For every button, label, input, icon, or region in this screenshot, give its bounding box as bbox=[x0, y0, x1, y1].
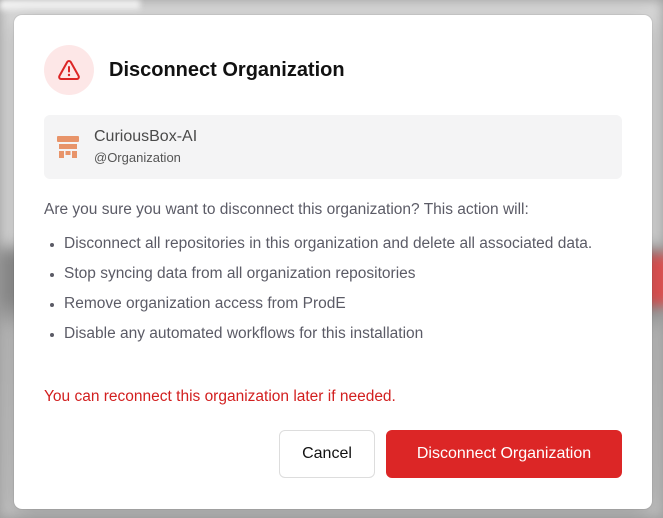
cancel-button[interactable]: Cancel bbox=[279, 430, 375, 478]
organization-card: CuriousBox-AI @Organization bbox=[44, 115, 622, 179]
organization-info: CuriousBox-AI @Organization bbox=[94, 127, 197, 167]
disconnect-organization-dialog: Disconnect Organization CuriousBox-AI @O… bbox=[14, 15, 652, 509]
warning-triangle-icon bbox=[58, 59, 80, 80]
organization-handle: @Organization bbox=[94, 150, 181, 165]
disconnect-organization-button[interactable]: Disconnect Organization bbox=[386, 430, 622, 478]
organization-logo-icon bbox=[54, 133, 82, 161]
reconnect-note: You can reconnect this organization late… bbox=[44, 388, 396, 405]
dialog-title: Disconnect Organization bbox=[109, 58, 345, 81]
blurred-background-top bbox=[0, 0, 140, 10]
organization-name: CuriousBox-AI bbox=[94, 128, 198, 145]
list-item: Stop syncing data from all organization … bbox=[64, 261, 624, 286]
dialog-header: Disconnect Organization bbox=[44, 45, 345, 95]
consequences-list: Disconnect all repositories in this orga… bbox=[44, 231, 624, 351]
list-item: Disconnect all repositories in this orga… bbox=[64, 231, 624, 256]
warning-badge bbox=[44, 45, 94, 95]
confirmation-text: Are you sure you want to disconnect this… bbox=[44, 201, 529, 218]
list-item: Remove organization access from ProdE bbox=[64, 291, 624, 316]
list-item: Disable any automated workflows for this… bbox=[64, 321, 624, 346]
